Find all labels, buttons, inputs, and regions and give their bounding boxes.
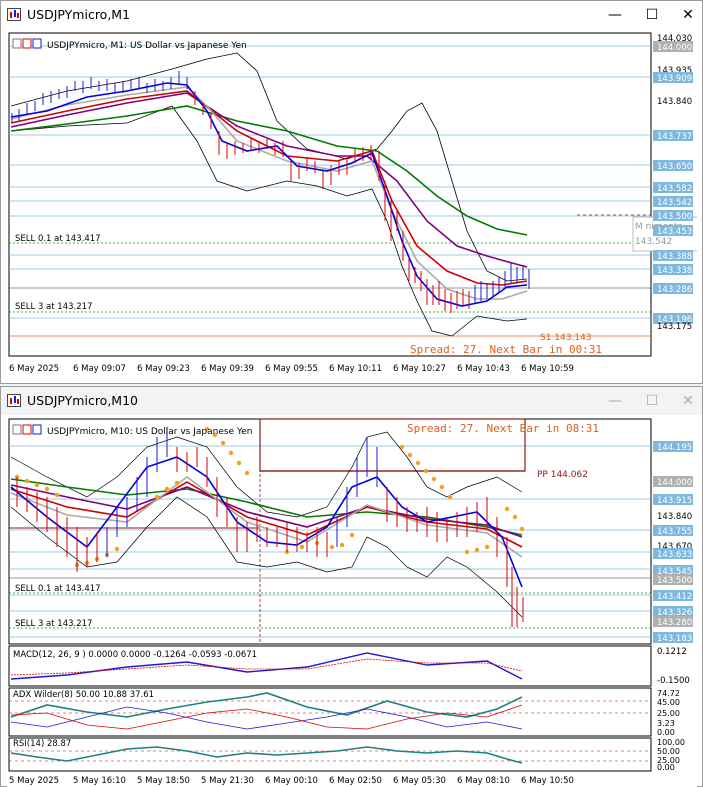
order-label-sell-0-1[interactable]: SELL 0.1 at 143.417 [15,234,101,244]
maximize-button[interactable]: ☐ [641,391,663,411]
svg-text:143.388: 143.388 [657,252,692,262]
window-titlebar[interactable]: USDJPYmicro,M1 — ☐ ✕ [1,1,702,29]
rsi-label: RSI(14) 28.87 [13,739,71,749]
svg-text:6 May 09:55: 6 May 09:55 [265,364,318,374]
svg-text:6 May 05:30: 6 May 05:30 [393,776,446,786]
chart-window-icon [7,394,21,407]
svg-text:5 May 2025: 5 May 2025 [9,776,59,786]
macd-label: MACD(12, 26, 9 ) 0.0000 0.0000 -0.1264 -… [13,650,257,660]
svg-text:143.338: 143.338 [657,266,692,276]
svg-text:45.00: 45.00 [657,698,680,707]
chart-title: USDJPYmicro, M1: US Dollar vs Japanese Y… [47,41,247,51]
svg-text:143.840: 143.840 [657,97,692,107]
svg-text:-0.1500: -0.1500 [657,676,690,686]
svg-text:143.737: 143.737 [657,132,692,142]
svg-text:143.909: 143.909 [657,74,692,84]
price-chart-m10[interactable]: PP 144.062 USDJPYmicro, M10: US Dollar v… [7,417,697,787]
svg-text:143.453: 143.453 [657,227,692,237]
maximize-button[interactable]: ☐ [641,5,663,25]
chart-window-m1[interactable]: USDJPYmicro,M1 — ☐ ✕ USDJPYmicro, M1: US… [0,0,703,384]
svg-text:143.650: 143.650 [657,162,692,172]
time-axis-m10: 5 May 2025 5 May 16:10 5 May 18:50 5 May… [9,776,574,786]
svg-text:6 May 08:10: 6 May 08:10 [457,776,510,786]
svg-text:143.500: 143.500 [657,576,692,586]
svg-text:3.23: 3.23 [657,719,675,728]
svg-text:6 May 2025: 6 May 2025 [9,364,59,374]
svg-text:143.500: 143.500 [657,212,692,222]
svg-text:143.183: 143.183 [657,634,692,644]
price-scale-m1[interactable]: 144.030 144.000 143.935 143.909 143.840 … [653,34,693,332]
svg-text:143.542: 143.542 [657,198,692,208]
svg-text:144.195: 144.195 [657,443,692,453]
svg-text:143.412: 143.412 [657,592,692,602]
svg-text:143.633: 143.633 [657,550,692,560]
minimize-button[interactable]: — [604,391,626,411]
svg-text:6 May 10:50: 6 May 10:50 [521,776,574,786]
svg-text:143.755: 143.755 [657,527,692,537]
time-axis-m1: 6 May 2025 6 May 09:07 6 May 09:23 6 May… [9,364,574,374]
svg-text:5 May 18:50: 5 May 18:50 [137,776,190,786]
rsi-pane[interactable] [8,737,652,772]
svg-text:143.280: 143.280 [657,618,692,628]
svg-text:6 May 10:27: 6 May 10:27 [393,364,446,374]
svg-text:0.00: 0.00 [657,763,675,772]
svg-text:6 May 09:39: 6 May 09:39 [201,364,254,374]
close-button[interactable]: ✕ [677,391,699,411]
order-label-sell-3[interactable]: SELL 3 at 143.217 [15,619,92,629]
chart-title: USDJPYmicro, M10: US Dollar vs Japanese … [47,427,253,437]
svg-text:143.840: 143.840 [657,512,692,522]
close-button[interactable]: ✕ [677,5,699,25]
order-label-sell-0-1[interactable]: SELL 0.1 at 143.417 [15,584,101,594]
chart-header [12,424,42,435]
chart-window-m10[interactable]: USDJPYmicro,M10 — ☐ ✕ PP 144.062 USDJPYm… [0,386,703,787]
svg-text:6 May 09:07: 6 May 09:07 [73,364,126,374]
hover-tooltip-price: 143.542 [635,237,672,247]
svg-text:5 May 16:10: 5 May 16:10 [73,776,126,786]
s1-label: S1 143.143 [540,333,592,343]
window-title: USDJPYmicro,M1 [27,7,131,22]
svg-text:6 May 10:59: 6 May 10:59 [521,364,574,374]
svg-text:0.00: 0.00 [657,728,675,737]
price-chart-m1[interactable]: USDJPYmicro, M1: US Dollar vs Japanese Y… [7,31,697,381]
svg-text:6 May 10:43: 6 May 10:43 [457,364,510,374]
chart-header [12,38,42,49]
minimize-button[interactable]: — [604,5,626,25]
svg-text:100.00: 100.00 [657,738,685,747]
svg-text:143.175: 143.175 [657,322,692,332]
chart-window-icon [7,8,21,21]
svg-text:50.00: 50.00 [657,747,680,756]
svg-text:143.582: 143.582 [657,184,692,194]
order-label-sell-3[interactable]: SELL 3 at 143.217 [15,302,92,312]
window-title: USDJPYmicro,M10 [27,393,138,408]
svg-text:0.1212: 0.1212 [657,647,687,657]
spread-info: Spread: 27. Next Bar in 08:31 [407,422,599,435]
svg-text:143.915: 143.915 [657,496,692,506]
adx-label: ADX Wilder(8) 50.00 10.88 37.61 [13,690,154,700]
svg-text:6 May 00:10: 6 May 00:10 [265,776,318,786]
spread-info: Spread: 27. Next Bar in 00:31 [410,343,602,356]
pp-label: PP 144.062 [537,470,588,480]
svg-text:6 May 09:23: 6 May 09:23 [137,364,190,374]
svg-text:74.72: 74.72 [657,689,680,698]
svg-text:6 May 02:50: 6 May 02:50 [329,776,382,786]
svg-text:143.286: 143.286 [657,285,692,295]
window-titlebar[interactable]: USDJPYmicro,M10 — ☐ ✕ [1,387,702,415]
svg-text:6 May 10:11: 6 May 10:11 [329,364,382,374]
svg-text:25.00: 25.00 [657,709,680,718]
svg-text:144.000: 144.000 [657,43,692,53]
svg-text:144.000: 144.000 [657,478,692,488]
svg-text:5 May 21:30: 5 May 21:30 [201,776,254,786]
